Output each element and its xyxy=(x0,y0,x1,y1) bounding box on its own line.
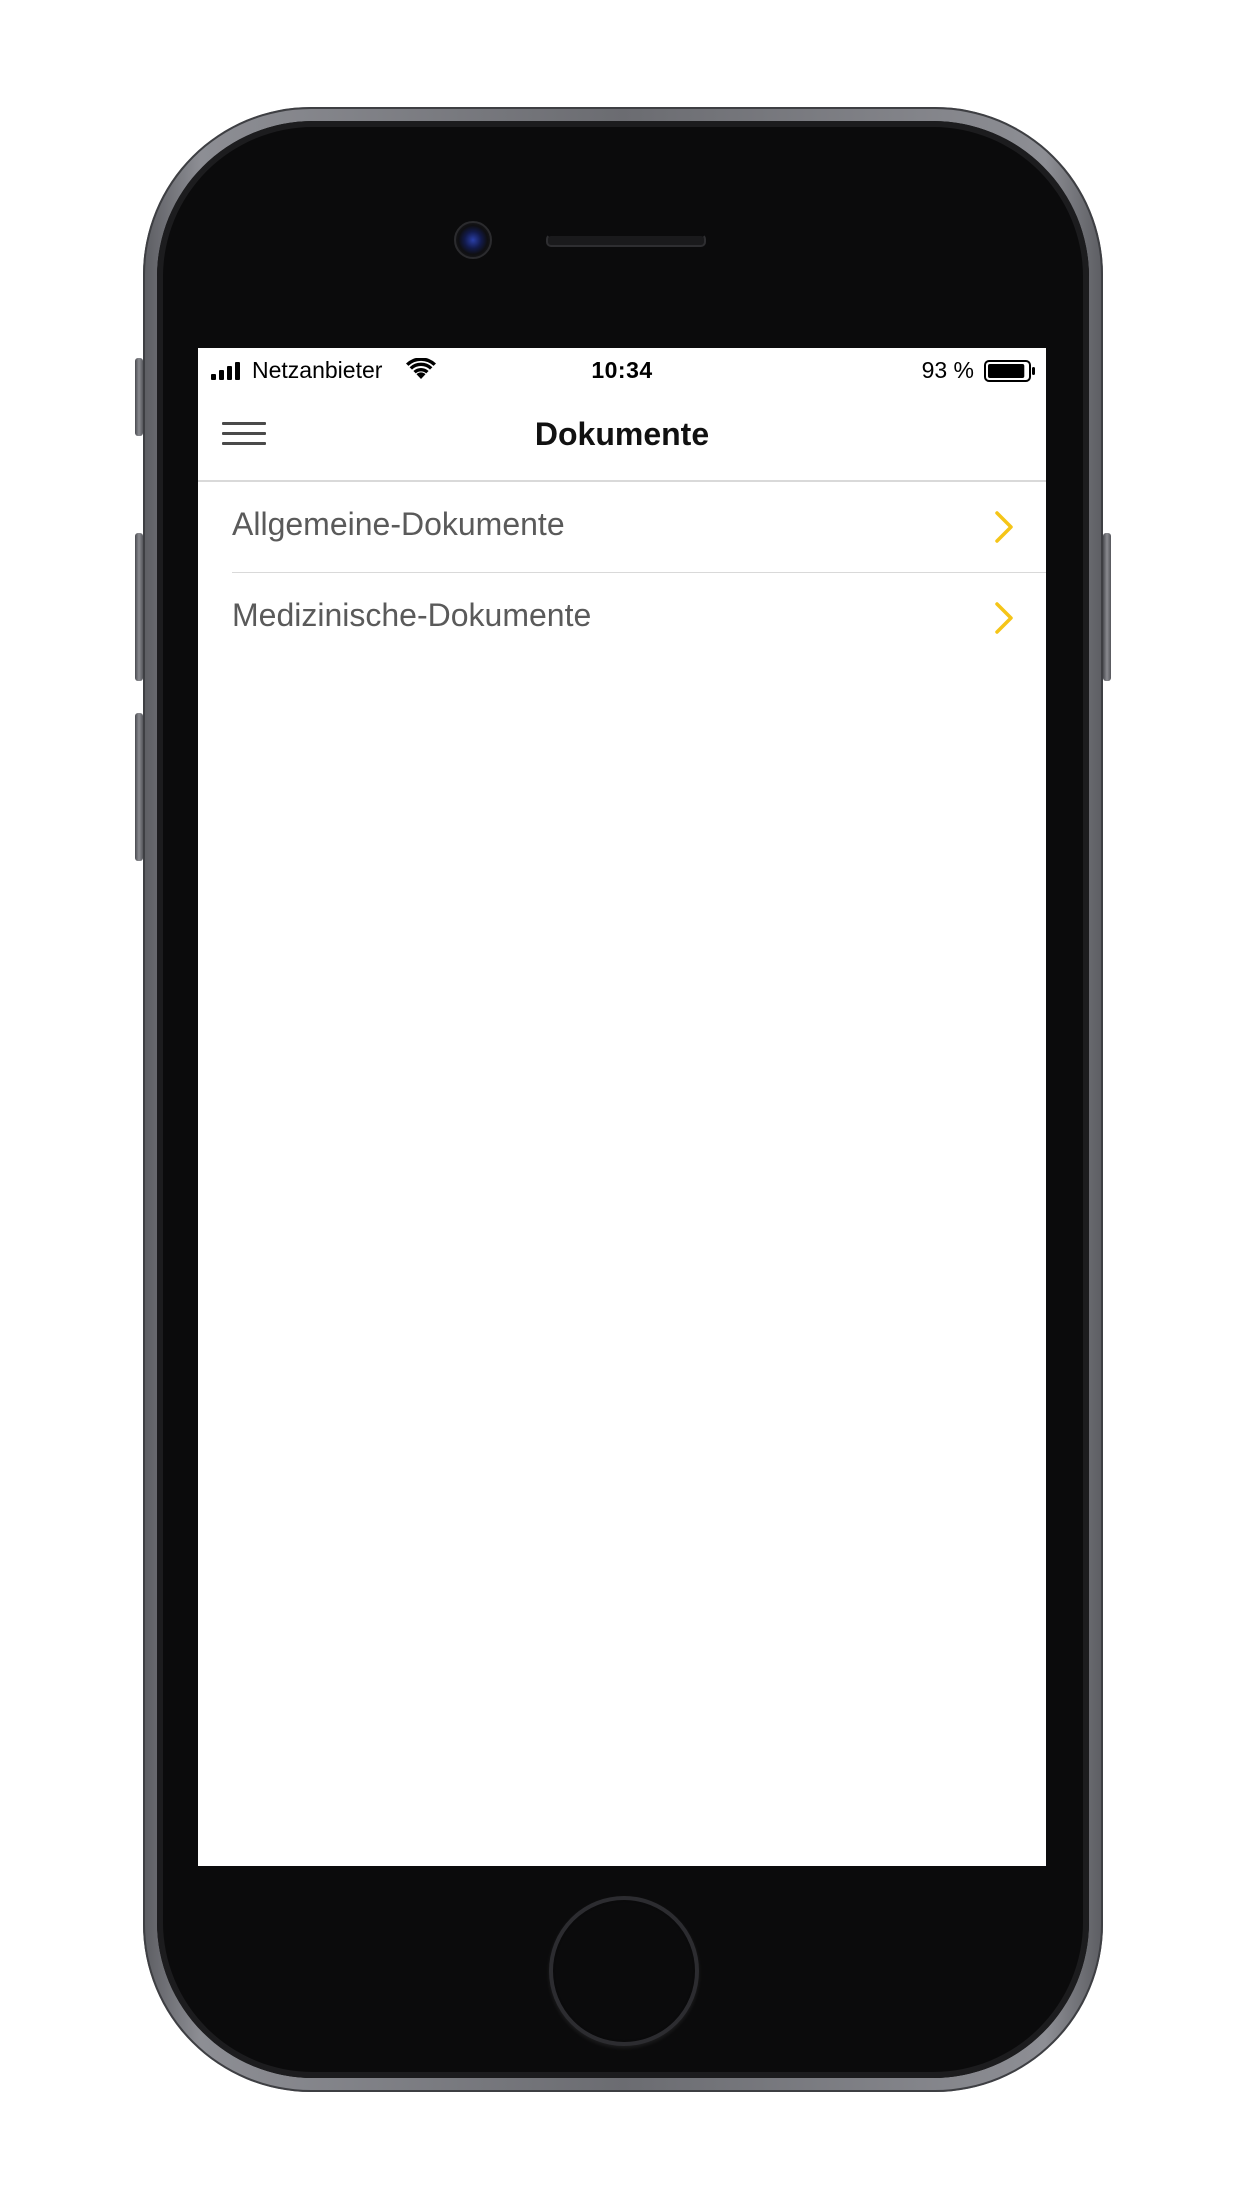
list-item-allgemeine-dokumente[interactable]: Allgemeine-Dokumente xyxy=(198,482,1046,573)
battery-icon xyxy=(984,360,1035,382)
power-button xyxy=(1103,533,1111,681)
list-item-label: Medizinische-Dokumente xyxy=(232,597,592,633)
front-camera xyxy=(454,221,492,259)
list-item-label: Allgemeine-Dokumente xyxy=(232,506,565,542)
document-category-list: Allgemeine-Dokumente Medizinische-Dokume… xyxy=(198,482,1046,664)
chevron-right-icon xyxy=(995,511,1013,543)
chevron-right-icon xyxy=(995,602,1013,634)
status-time: 10:34 xyxy=(591,357,653,383)
mute-switch xyxy=(135,358,143,436)
page-title: Dokumente xyxy=(534,416,710,452)
list-item-medizinische-dokumente[interactable]: Medizinische-Dokumente xyxy=(198,573,1046,664)
battery-percentage: 93 % xyxy=(921,357,974,383)
screen: Netzanbieter 10:34 93 % Dokumente Allgem… xyxy=(198,348,1046,1866)
home-button xyxy=(549,1896,699,2046)
volume-down-button xyxy=(135,713,143,861)
navigation-bar: Dokumente xyxy=(198,390,1046,482)
earpiece-speaker xyxy=(546,234,706,247)
status-bar: Netzanbieter 10:34 93 % xyxy=(198,348,1046,390)
device-mockup: Netzanbieter 10:34 93 % Dokumente Allgem… xyxy=(0,0,1242,2208)
volume-up-button xyxy=(135,533,143,681)
